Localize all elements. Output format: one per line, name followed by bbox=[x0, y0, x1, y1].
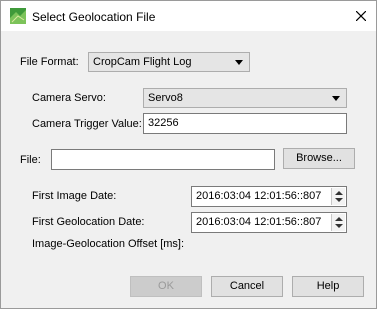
spin-down-icon[interactable] bbox=[335, 198, 343, 202]
file-format-select[interactable]: CropCam Flight Log bbox=[88, 52, 250, 72]
ok-button[interactable]: OK bbox=[130, 276, 202, 297]
file-path-input[interactable] bbox=[51, 149, 275, 170]
close-icon bbox=[356, 11, 366, 21]
title-bar[interactable]: Select Geolocation File bbox=[1, 1, 376, 31]
first-image-date-input[interactable]: 2016:03:04 12:01:56::807 bbox=[191, 186, 347, 207]
help-button[interactable]: Help bbox=[292, 276, 364, 297]
first-geolocation-date-value: 2016:03:04 12:01:56::807 bbox=[196, 216, 322, 228]
map-app-icon bbox=[10, 8, 26, 24]
browse-button[interactable]: Browse... bbox=[283, 148, 355, 169]
first-geolocation-date-input[interactable]: 2016:03:04 12:01:56::807 bbox=[191, 212, 347, 233]
camera-trigger-value: 32256 bbox=[148, 117, 179, 129]
chevron-down-icon bbox=[332, 96, 340, 101]
window-title: Select Geolocation File bbox=[32, 10, 156, 24]
first-geolocation-date-label: First Geolocation Date: bbox=[32, 216, 145, 228]
chevron-down-icon bbox=[235, 60, 243, 65]
camera-servo-select[interactable]: Servo8 bbox=[143, 88, 347, 108]
spin-up-icon[interactable] bbox=[335, 191, 343, 195]
camera-servo-label: Camera Servo: bbox=[32, 92, 106, 104]
dialog-window: Select Geolocation File File Format: Cro… bbox=[0, 0, 377, 309]
file-label: File: bbox=[20, 154, 41, 166]
date-spin-buttons[interactable] bbox=[331, 188, 345, 205]
spin-down-icon[interactable] bbox=[335, 224, 343, 228]
close-button[interactable] bbox=[346, 1, 376, 31]
first-image-date-label: First Image Date: bbox=[32, 190, 117, 202]
offset-label: Image-Geolocation Offset [ms]: bbox=[32, 238, 185, 250]
file-format-value: CropCam Flight Log bbox=[93, 56, 192, 68]
cancel-button[interactable]: Cancel bbox=[211, 276, 283, 297]
spin-up-icon[interactable] bbox=[335, 217, 343, 221]
camera-trigger-input[interactable]: 32256 bbox=[143, 113, 347, 134]
camera-trigger-label: Camera Trigger Value: bbox=[32, 118, 142, 130]
file-format-label: File Format: bbox=[20, 56, 79, 68]
camera-servo-value: Servo8 bbox=[148, 92, 183, 104]
date-spin-buttons[interactable] bbox=[331, 214, 345, 231]
first-image-date-value: 2016:03:04 12:01:56::807 bbox=[196, 190, 322, 202]
